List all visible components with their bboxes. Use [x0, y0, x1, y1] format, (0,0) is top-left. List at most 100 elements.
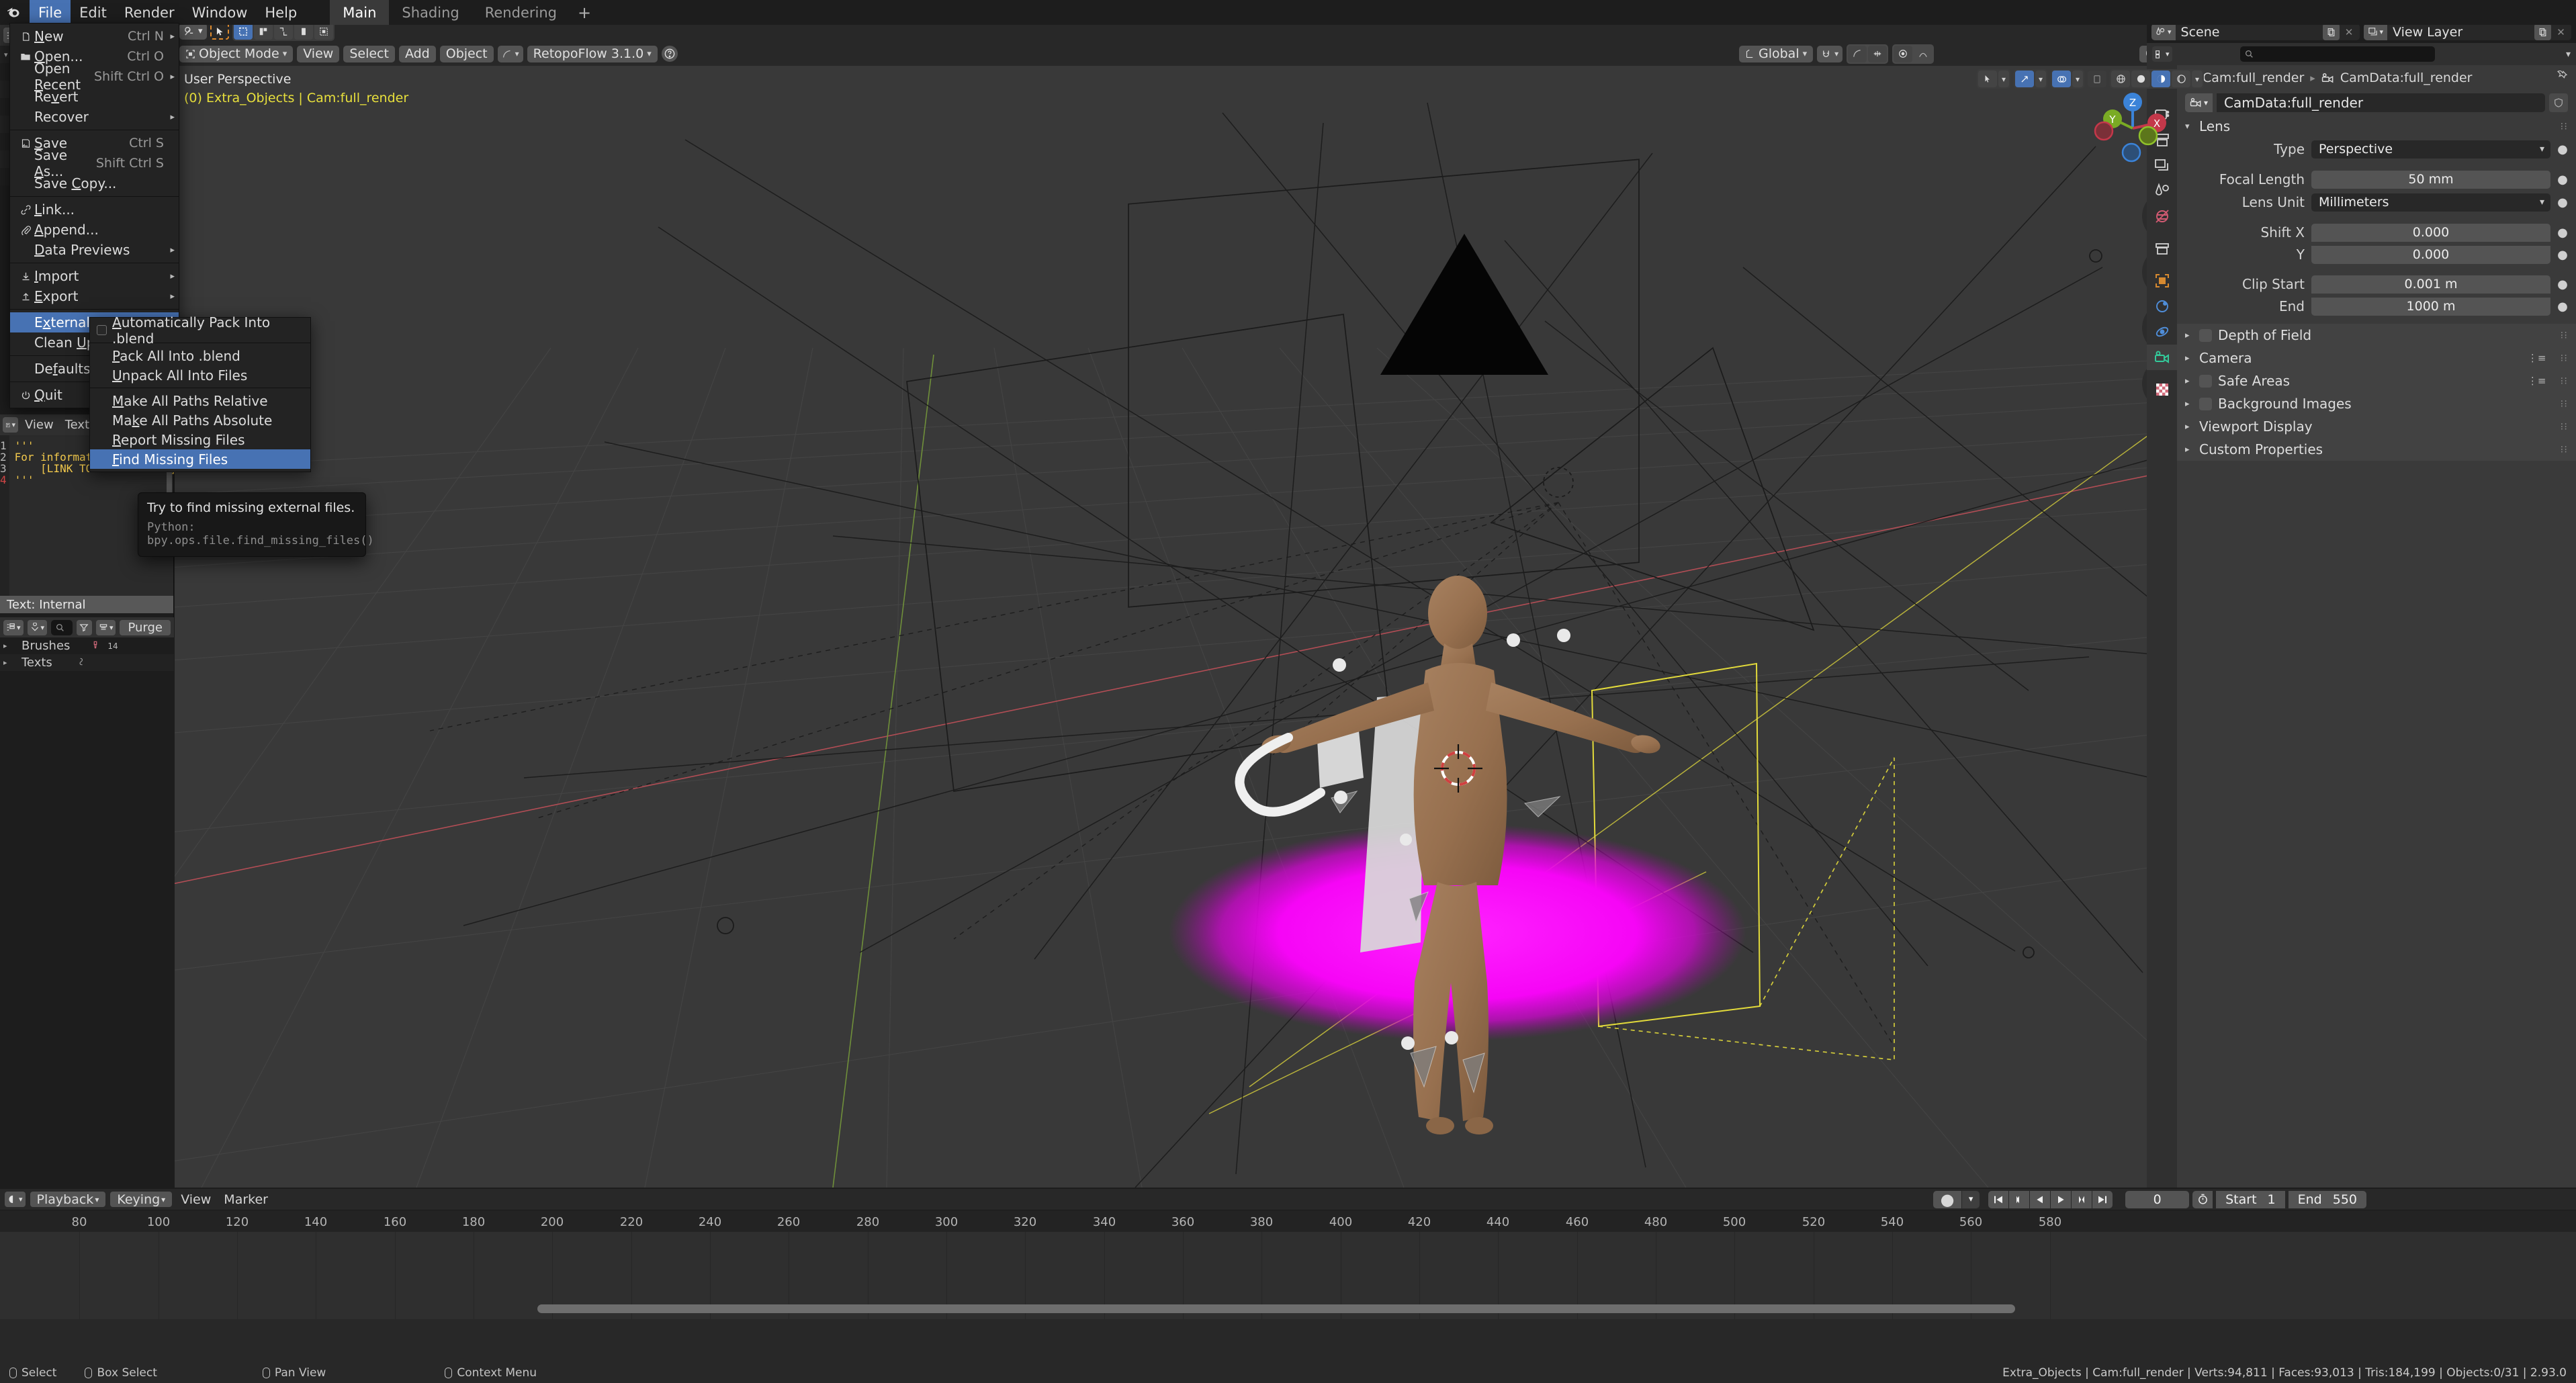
breadcrumb[interactable]: Cam:full_render ▸ CamData:full_render	[2177, 65, 2576, 91]
shift-x-input[interactable]: 0.000	[2311, 223, 2550, 242]
property-row-shift-x[interactable]: Shift X 0.000 ●	[2177, 221, 2576, 244]
timeline-track-area[interactable]	[0, 1232, 2576, 1319]
jump-start-icon[interactable]	[1988, 1190, 2009, 1208]
datablock-row[interactable]: ▾ CamData:full_render	[2177, 91, 2576, 115]
menu-playback[interactable]: Playback ▾	[30, 1192, 106, 1207]
chevron-down-icon[interactable]: ▾	[2185, 122, 2193, 132]
chevron-down-icon[interactable]: ▾	[2035, 71, 2046, 87]
select-difference-icon[interactable]	[314, 23, 333, 40]
chevron-right-icon[interactable]: ▸	[2185, 399, 2193, 409]
menu-item-save-copy[interactable]: Save Copy...	[10, 173, 179, 193]
menu-item-save-as[interactable]: Save As... Shift Ctrl S	[10, 147, 179, 179]
falloff-curve-icon[interactable]	[1914, 46, 1933, 62]
tab-main[interactable]: Main	[330, 0, 390, 25]
properties-search-input[interactable]	[2240, 46, 2435, 62]
menu-add[interactable]: Add	[398, 45, 436, 62]
list-item[interactable]: ▸ Brushes 14	[0, 637, 174, 654]
select-intersect-icon[interactable]	[294, 23, 313, 40]
panel-custom-properties[interactable]: ▸ Custom Properties ⁝⁝	[2177, 438, 2576, 461]
drag-handle-icon[interactable]: ⁝⁝	[2560, 120, 2568, 132]
chevron-down-icon[interactable]: ▾	[1962, 1190, 1980, 1208]
menu-item-open-recent[interactable]: Open Recent Shift Ctrl O ▸	[10, 60, 179, 93]
top-bar[interactable]: File Edit Render Window Help Main Shadin…	[0, 0, 2576, 25]
snap-group[interactable]	[1847, 44, 1889, 64]
timeline-editor[interactable]: ▾ Playback ▾ Keying ▾ View Marker ● ▾ 0 …	[0, 1189, 2576, 1363]
panel-menu-icon[interactable]: ⋮≡	[2528, 375, 2546, 387]
breadcrumb-object[interactable]: Cam:full_render	[2203, 71, 2304, 85]
purge-button[interactable]: Purge	[120, 619, 171, 635]
sort-icon[interactable]: ▾	[95, 619, 116, 635]
close-icon[interactable]: ✕	[2341, 24, 2358, 40]
editor-type-icon[interactable]: ▾	[3, 417, 18, 433]
animate-property-icon[interactable]: ●	[2557, 195, 2568, 210]
shading-material-preview-icon[interactable]	[2151, 71, 2170, 87]
jump-end-icon[interactable]	[2092, 1190, 2113, 1208]
menu-file[interactable]: File	[30, 0, 71, 25]
properties-tab-strip[interactable]	[2147, 65, 2177, 1188]
snap-increment-icon[interactable]	[1868, 45, 1887, 62]
tab-scene[interactable]	[2147, 178, 2177, 204]
shading-wireframe-icon[interactable]	[2111, 71, 2130, 87]
safe-areas-checkbox[interactable]	[2199, 374, 2212, 388]
submenu-item-unpack-all[interactable]: Unpack All Into Files	[90, 365, 310, 385]
menu-view[interactable]: View	[297, 45, 340, 62]
prev-keyframe-icon[interactable]	[2009, 1190, 2030, 1208]
menu-item-export[interactable]: Export ▸	[10, 286, 179, 306]
proportional-dot-icon[interactable]	[1894, 45, 1913, 62]
view-layer-icon[interactable]: ▾	[2363, 24, 2388, 40]
datablock-name-input[interactable]: CamData:full_render	[2217, 93, 2545, 112]
overlays-group[interactable]: ▾	[2051, 69, 2084, 89]
chevron-right-icon[interactable]: ▸	[2185, 422, 2193, 432]
record-icon[interactable]: ●	[1933, 1190, 1962, 1208]
tab-shading[interactable]: Shading	[389, 0, 472, 25]
next-keyframe-icon[interactable]	[2072, 1190, 2092, 1208]
select-extend-icon[interactable]	[253, 23, 273, 40]
shift-y-input[interactable]: 0.000	[2311, 245, 2550, 264]
drag-handle-icon[interactable]: ⁝⁝	[2560, 329, 2568, 341]
chevron-down-icon[interactable]: ▾	[2192, 71, 2203, 87]
panel-lens-header[interactable]: ▾ Lens ⁝⁝	[2177, 115, 2576, 138]
menu-item-revert[interactable]: Revert	[10, 87, 179, 107]
filter-icon[interactable]	[76, 619, 92, 635]
property-row-type[interactable]: Type Perspective ▾ ●	[2177, 138, 2576, 161]
submenu-item-pack-all[interactable]: Pack All Into .blend	[90, 346, 310, 365]
tab-object-data-camera[interactable]	[2147, 345, 2177, 370]
type-dropdown[interactable]: Perspective ▾	[2311, 140, 2550, 159]
menu-render[interactable]: Render	[116, 0, 183, 25]
menu-view[interactable]: View	[20, 418, 58, 432]
blend-file-filter-icon[interactable]: ▾	[27, 619, 48, 635]
shading-toggles-row[interactable]: ▾ ▾ ▾ ▾	[1977, 69, 2204, 89]
blend-file-header[interactable]: ▾ ▾ ▾ Purge	[0, 617, 174, 637]
view-layer-field[interactable]: ▾ View Layer ✕	[2363, 24, 2571, 40]
submenu-item-find-missing-files[interactable]: Find Missing Files	[90, 449, 310, 469]
playback-controls[interactable]: ● ▾ 0 Start 1 End 550	[1933, 1190, 2571, 1208]
animate-property-icon[interactable]: ●	[2557, 277, 2568, 292]
panel-menu-icon[interactable]: ⋮≡	[2528, 352, 2546, 364]
transport-controls[interactable]	[1988, 1190, 2113, 1208]
tab-physics[interactable]	[2147, 319, 2177, 345]
scene-field[interactable]: ▾ Scene ✕	[2151, 24, 2360, 40]
proportional-edit-icon[interactable]: ▾	[497, 45, 523, 62]
panel-camera[interactable]: ▸ Camera ⋮≡ ⁝⁝	[2177, 347, 2576, 369]
background-images-checkbox[interactable]	[2199, 397, 2212, 410]
stopwatch-icon[interactable]	[2192, 1190, 2213, 1208]
tab-world[interactable]	[2147, 204, 2177, 229]
menu-item-import[interactable]: Import ▸	[10, 266, 179, 286]
blender-logo-icon[interactable]	[0, 0, 30, 25]
add-workspace-button[interactable]: +	[570, 0, 599, 25]
viewport-canvas[interactable]	[175, 66, 2213, 1188]
tab-rendering[interactable]: Rendering	[472, 0, 570, 25]
chevron-down-icon[interactable]: ▾	[1998, 71, 2009, 87]
timeline-ruler[interactable]: 80 100 120 140 160 180 200 220 240 260 2…	[0, 1210, 2576, 1232]
property-row-focal-length[interactable]: Focal Length 50 mm ●	[2177, 168, 2576, 191]
drag-handle-icon[interactable]: ⁝⁝	[2560, 352, 2568, 364]
menu-item-link[interactable]: Link...	[10, 199, 179, 220]
lens-unit-dropdown[interactable]: Millimeters ▾	[2311, 193, 2550, 212]
blend-file-search-input[interactable]	[51, 619, 73, 635]
object-types-visibility-icon[interactable]	[1978, 71, 1997, 87]
snap-magnet-icon[interactable]: ▾	[1817, 45, 1843, 62]
visibility-group[interactable]: ▾	[1977, 69, 2010, 89]
drag-handle-icon[interactable]: ⁝⁝	[2560, 398, 2568, 410]
clip-start-input[interactable]: 0.001 m	[2311, 275, 2550, 294]
property-row-lens-unit[interactable]: Lens Unit Millimeters ▾ ●	[2177, 191, 2576, 214]
